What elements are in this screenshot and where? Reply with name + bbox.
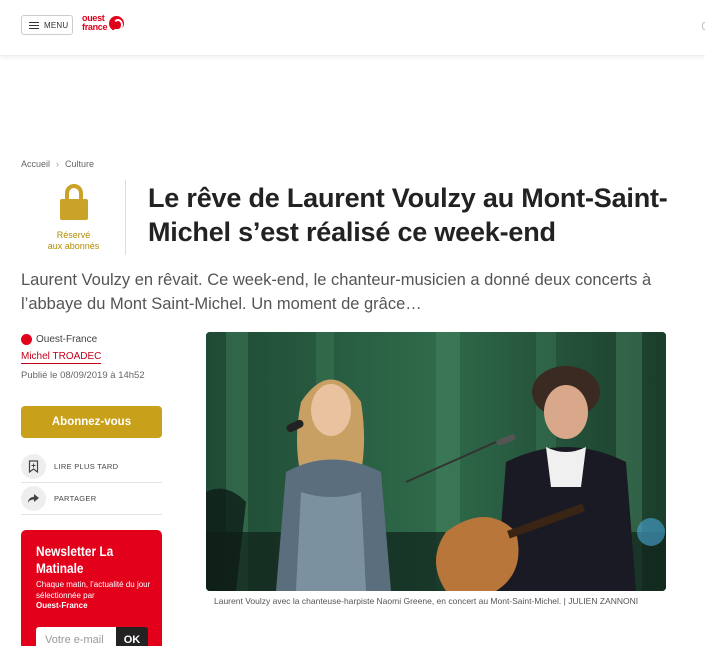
lock-icon bbox=[60, 184, 88, 220]
newsletter-signup-box: Newsletter La Matinale Chaque matin, l’a… bbox=[21, 530, 162, 646]
share-button[interactable]: PARTAGER bbox=[21, 483, 162, 515]
newsletter-ok-button[interactable]: OK bbox=[116, 627, 148, 646]
publish-date: Publié le 08/09/2019 à 14h52 bbox=[21, 370, 145, 381]
ouest-france-icon bbox=[21, 334, 32, 345]
subscriber-only-label: Réservé aux abonnés bbox=[21, 230, 126, 252]
menu-label: MENU bbox=[44, 20, 69, 30]
newsletter-form: OK bbox=[36, 627, 148, 646]
top-navigation-bar: MENU ouest france bbox=[0, 0, 705, 56]
read-later-button[interactable]: LIRE PLUS TARD bbox=[21, 451, 162, 483]
menu-button[interactable]: MENU bbox=[21, 15, 73, 35]
newsletter-email-input[interactable] bbox=[36, 627, 116, 646]
newsletter-title: Newsletter La Matinale bbox=[36, 544, 114, 576]
bookmark-icon bbox=[21, 454, 46, 479]
subscribe-button[interactable]: Abonnez-vous bbox=[21, 406, 162, 438]
ouest-france-logo[interactable]: ouest france bbox=[82, 14, 125, 32]
concert-photo-illustration bbox=[206, 332, 666, 591]
breadcrumb-home[interactable]: Accueil bbox=[21, 159, 50, 169]
article-source: Ouest-France bbox=[21, 334, 97, 345]
read-later-label: LIRE PLUS TARD bbox=[54, 462, 119, 471]
subscriber-only-line1: Réservé bbox=[56, 230, 91, 240]
breadcrumb: Accueil › Culture bbox=[21, 159, 94, 169]
logo-text-line2: france bbox=[82, 22, 108, 32]
subscriber-only-badge: Réservé aux abonnés bbox=[21, 180, 126, 255]
article-photo[interactable] bbox=[206, 332, 666, 591]
article-title: Le rêve de Laurent Voulzy au Mont-Saint-… bbox=[148, 183, 668, 247]
logo-mark-icon bbox=[109, 15, 125, 31]
hamburger-icon bbox=[29, 21, 39, 29]
subscriber-only-line2: aux abonnés bbox=[47, 241, 100, 251]
author-link[interactable]: Michel TROADEC bbox=[21, 351, 102, 364]
source-label: Ouest-France bbox=[36, 334, 98, 345]
share-arrow-icon bbox=[21, 486, 46, 511]
breadcrumb-culture[interactable]: Culture bbox=[65, 159, 94, 169]
newsletter-description: Chaque matin, l’actualité du jour sélect… bbox=[36, 580, 152, 612]
photo-caption: Laurent Voulzy avec la chanteuse-harpist… bbox=[214, 596, 639, 606]
newsletter-desc-brand: Ouest-France bbox=[36, 601, 88, 610]
chevron-right-icon: › bbox=[56, 159, 60, 169]
newsletter-desc-text: Chaque matin, l’actualité du jour sélect… bbox=[36, 580, 151, 600]
share-label: PARTAGER bbox=[54, 494, 97, 503]
article-lead: Laurent Voulzy en rêvait. Ce week-end, l… bbox=[21, 271, 652, 313]
